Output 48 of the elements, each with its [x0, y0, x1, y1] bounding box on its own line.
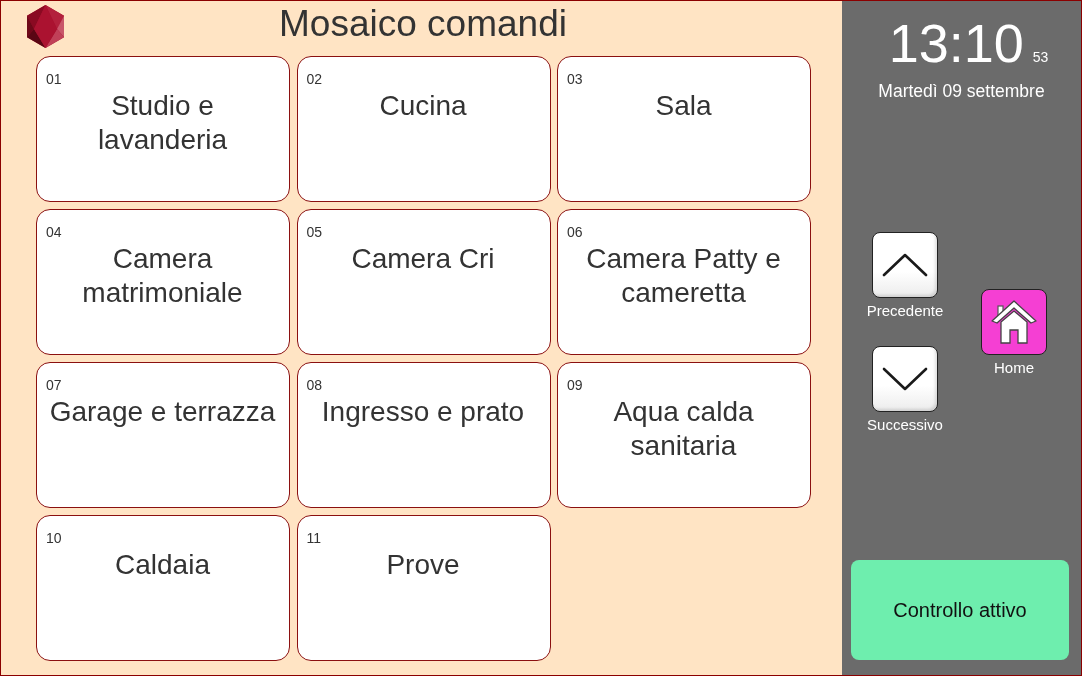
page-title: Mosaico comandi [279, 2, 567, 46]
tile-number: 04 [46, 224, 62, 240]
chevron-up-icon [881, 252, 929, 278]
chevron-down-icon [881, 366, 929, 392]
room-tile[interactable]: 06 Camera Patty e cameretta [557, 209, 811, 355]
tile-number: 06 [567, 224, 583, 240]
room-tile[interactable]: 01 Studio e lavanderia [36, 56, 290, 202]
tile-name: Prove [385, 548, 461, 582]
tile-name: Aqua calda sanitaria [612, 395, 755, 463]
tile-name: Camera matrimoniale [81, 242, 244, 310]
tile-number: 03 [567, 71, 583, 87]
home-label: Home [994, 359, 1034, 377]
home-button[interactable] [981, 289, 1047, 355]
room-tile[interactable]: 07 Garage e terrazza [36, 362, 290, 508]
gem-icon [27, 5, 64, 48]
tile-number: 09 [567, 377, 583, 393]
tile-number: 02 [306, 71, 323, 87]
tile-name: Camera Cri [350, 242, 496, 276]
room-tile[interactable]: 04 Camera matrimoniale [36, 209, 290, 355]
nav-label: Precedente [866, 302, 944, 320]
tile-number: 10 [46, 530, 62, 546]
nav-label: Successivo [867, 416, 943, 434]
room-tile[interactable]: 10 Caldaia [36, 515, 290, 661]
room-tile[interactable]: 11 Prove [296, 515, 551, 661]
tile-name: Studio e lavanderia [96, 89, 229, 157]
status-button[interactable]: Controllo attivo [851, 560, 1069, 660]
tile-name: Camera Patty e cameretta [585, 242, 782, 310]
tile-name: Sala [654, 89, 713, 123]
clock-time: 13:10 [888, 13, 1024, 73]
house-icon [991, 299, 1037, 345]
tile-name: Ingresso e prato [320, 395, 526, 429]
tile-number: 05 [306, 224, 323, 240]
tile-number: 11 [306, 530, 322, 546]
room-tile[interactable]: 03 Sala [557, 56, 811, 202]
next-button[interactable] [872, 346, 938, 412]
previous-button[interactable] [872, 232, 938, 298]
clock-seconds: 53 [1032, 49, 1049, 65]
room-tile[interactable]: 09 Aqua calda sanitaria [557, 362, 811, 508]
room-tile[interactable]: 02 Cucina [296, 56, 551, 202]
tile-number: 01 [46, 71, 62, 87]
tile-number: 07 [46, 377, 62, 393]
room-tile[interactable]: 08 Ingresso e prato [296, 362, 551, 508]
tile-name: Cucina [378, 89, 468, 123]
tile-number: 08 [306, 377, 323, 393]
tile-name: Garage e terrazza [48, 395, 277, 429]
room-tile[interactable]: 05 Camera Cri [296, 209, 551, 355]
date-label: Martedì 09 settembre [877, 81, 1046, 101]
tile-name: Caldaia [114, 548, 211, 582]
